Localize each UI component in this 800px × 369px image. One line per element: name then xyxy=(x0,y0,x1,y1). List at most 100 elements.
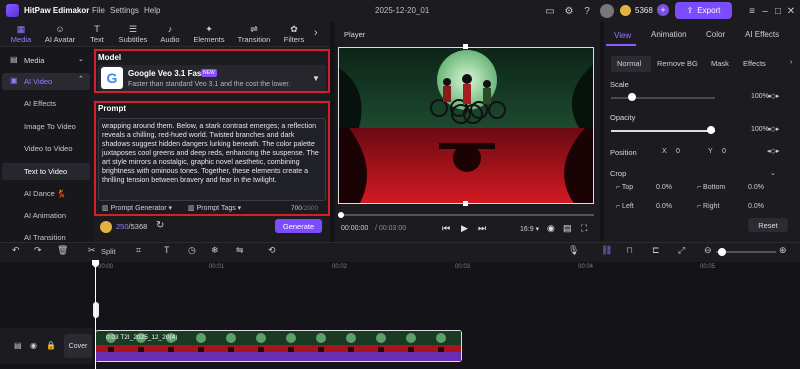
help-icon[interactable]: ? xyxy=(580,4,594,18)
sidebar-item-media[interactable]: ▤ Media ⌄ xyxy=(2,52,90,69)
model-description: Faster than standard Veo 3.1 and the cos… xyxy=(128,81,291,88)
fit-icon[interactable]: ⤢ xyxy=(678,245,685,256)
export-button[interactable]: ⇪ Export xyxy=(675,2,732,19)
step-back-icon[interactable]: ⏮ xyxy=(442,223,450,234)
monitor-icon[interactable]: ▭ xyxy=(543,4,557,18)
split-button[interactable]: Split xyxy=(101,247,116,256)
chevron-right-icon[interactable]: › xyxy=(314,27,318,39)
subtab-effects[interactable]: Effects xyxy=(743,59,766,68)
resize-handle[interactable] xyxy=(463,44,468,49)
speed-icon[interactable]: ◷ xyxy=(188,245,196,256)
keyframe-icon[interactable]: ◂◇▸ xyxy=(767,147,779,155)
tab-text[interactable]: T Text xyxy=(83,24,111,45)
menu-icon[interactable]: ≡ xyxy=(745,4,759,18)
playback-progress[interactable] xyxy=(338,214,594,216)
step-forward-icon[interactable]: ⏭ xyxy=(478,223,486,234)
magnet-icon[interactable]: ⊓ xyxy=(626,245,633,256)
opacity-slider-track[interactable] xyxy=(611,130,715,132)
position-x-input[interactable]: 0 xyxy=(676,148,680,155)
chevron-right-icon[interactable]: › xyxy=(790,59,792,66)
prompt-textarea[interactable]: wrapping around them. Below, a stark con… xyxy=(98,118,326,201)
close-icon[interactable]: ✕ xyxy=(784,4,798,18)
add-credits-button[interactable]: + xyxy=(657,4,669,16)
minimize-icon[interactable]: – xyxy=(758,4,772,18)
sidebar-item-ai-effects[interactable]: AI Effects xyxy=(24,99,56,108)
maximize-icon[interactable]: □ xyxy=(771,4,785,18)
keyframe-icon[interactable]: ◂◇▸ xyxy=(767,125,779,133)
reset-button[interactable]: Reset xyxy=(748,218,788,232)
crop-tool-icon[interactable]: ⌗ xyxy=(136,245,141,256)
play-icon[interactable]: ▶ xyxy=(461,223,468,234)
crop-left-input[interactable]: 0.0% xyxy=(656,203,672,210)
tab-ai-avatar[interactable]: ☺ AI Avatar xyxy=(40,24,80,45)
zoom-slider-knob[interactable] xyxy=(718,248,726,256)
prompt-generator-button[interactable]: ▥ Prompt Generator ▾ xyxy=(102,204,172,212)
sidebar-item-text-to-video[interactable]: Text to Video xyxy=(24,167,67,176)
clip-trim-handle[interactable] xyxy=(93,302,99,318)
microphone-icon[interactable]: 🎙 xyxy=(568,245,579,256)
progress-knob[interactable] xyxy=(338,212,344,218)
freeze-icon[interactable]: ❄ xyxy=(211,245,219,256)
crop-bottom-input[interactable]: 0.0% xyxy=(748,184,764,191)
track-icon[interactable]: ▤ xyxy=(14,341,22,350)
menu-help[interactable]: Help xyxy=(144,6,160,15)
snap-icon[interactable]: ⊏ xyxy=(652,245,660,256)
tab-elements[interactable]: ✦ Elements xyxy=(190,24,228,45)
delete-icon[interactable]: 🗑 xyxy=(57,245,68,256)
prompt-tags-button[interactable]: ▥ Prompt Tags ▾ xyxy=(188,204,241,212)
scale-slider-knob[interactable] xyxy=(628,93,636,101)
sidebar-item-ai-transition[interactable]: AI Transition xyxy=(24,233,66,241)
tab-animation[interactable]: Animation xyxy=(651,30,687,39)
crop-right-input[interactable]: 0.0% xyxy=(748,203,764,210)
menu-settings[interactable]: Settings xyxy=(110,6,139,15)
redo-icon[interactable]: ↷ xyxy=(34,245,42,256)
user-avatar[interactable] xyxy=(600,4,614,18)
eye-icon[interactable]: ◉ xyxy=(30,341,37,350)
reverse-icon[interactable]: ⟲ xyxy=(268,245,276,256)
video-preview[interactable] xyxy=(338,47,594,204)
playhead[interactable] xyxy=(95,262,96,369)
chevron-down-icon[interactable]: ⌄ xyxy=(770,169,776,177)
tab-subtitles[interactable]: ☰ Subtitles xyxy=(114,24,152,45)
tab-filters[interactable]: ✿ Filters xyxy=(280,24,308,45)
quality-icon[interactable]: ▤ xyxy=(563,223,572,234)
tab-audio[interactable]: ♪ Audio xyxy=(155,24,185,45)
tab-ai-effects[interactable]: AI Effects xyxy=(745,30,779,39)
snapshot-icon[interactable]: ◉ xyxy=(547,223,555,234)
undo-icon[interactable]: ↶ xyxy=(12,245,20,256)
text-tool-icon[interactable]: T xyxy=(164,245,170,255)
cover-button[interactable]: Cover xyxy=(64,334,92,358)
tab-transition[interactable]: ⇌ Transition xyxy=(234,24,274,45)
dropdown-caret-icon[interactable]: ▼ xyxy=(312,74,320,83)
tab-media[interactable]: ▦ Media xyxy=(4,24,38,45)
sidebar-item-video-to-video[interactable]: Video to Video xyxy=(24,144,73,153)
subtab-remove-bg[interactable]: Remove BG xyxy=(657,59,698,68)
settings-icon[interactable]: ⚙ xyxy=(562,4,576,18)
position-y-input[interactable]: 0 xyxy=(722,148,726,155)
aspect-ratio-select[interactable]: 16:9 ▾ xyxy=(520,225,539,233)
sidebar-item-ai-video[interactable]: ▣ AI Video ⌃ xyxy=(2,73,90,90)
zoom-in-icon[interactable]: ⊕ xyxy=(779,245,787,256)
refresh-icon[interactable]: ↻ xyxy=(156,220,164,231)
link-icon[interactable]: ⛓ xyxy=(601,245,612,256)
subtab-normal[interactable]: Normal xyxy=(617,59,641,68)
mirror-icon[interactable]: ⇋ xyxy=(236,245,244,256)
zoom-out-icon[interactable]: ⊖ xyxy=(704,245,712,256)
sidebar-item-ai-animation[interactable]: AI Animation xyxy=(24,211,66,220)
tab-color[interactable]: Color xyxy=(706,30,725,39)
fullscreen-icon[interactable]: ⛶ xyxy=(581,223,587,234)
menu-file[interactable]: File xyxy=(92,6,105,15)
split-icon[interactable]: ✂ xyxy=(88,245,96,256)
sidebar-item-image-to-video[interactable]: Image To Video xyxy=(24,122,76,131)
sidebar-item-ai-dance[interactable]: AI Dance 💃 xyxy=(24,189,66,198)
resize-handle[interactable] xyxy=(463,201,468,206)
tab-view[interactable]: View xyxy=(606,25,636,46)
model-section-label: Model xyxy=(98,53,122,62)
scale-slider-track[interactable] xyxy=(611,97,715,99)
crop-top-input[interactable]: 0.0% xyxy=(656,184,672,191)
keyframe-icon[interactable]: ◂◇▸ xyxy=(767,92,779,100)
lock-icon[interactable]: 🔒 xyxy=(46,341,56,350)
opacity-slider-knob[interactable] xyxy=(707,126,715,134)
generate-button[interactable]: Generate xyxy=(275,219,322,233)
subtab-mask[interactable]: Mask xyxy=(711,59,729,68)
